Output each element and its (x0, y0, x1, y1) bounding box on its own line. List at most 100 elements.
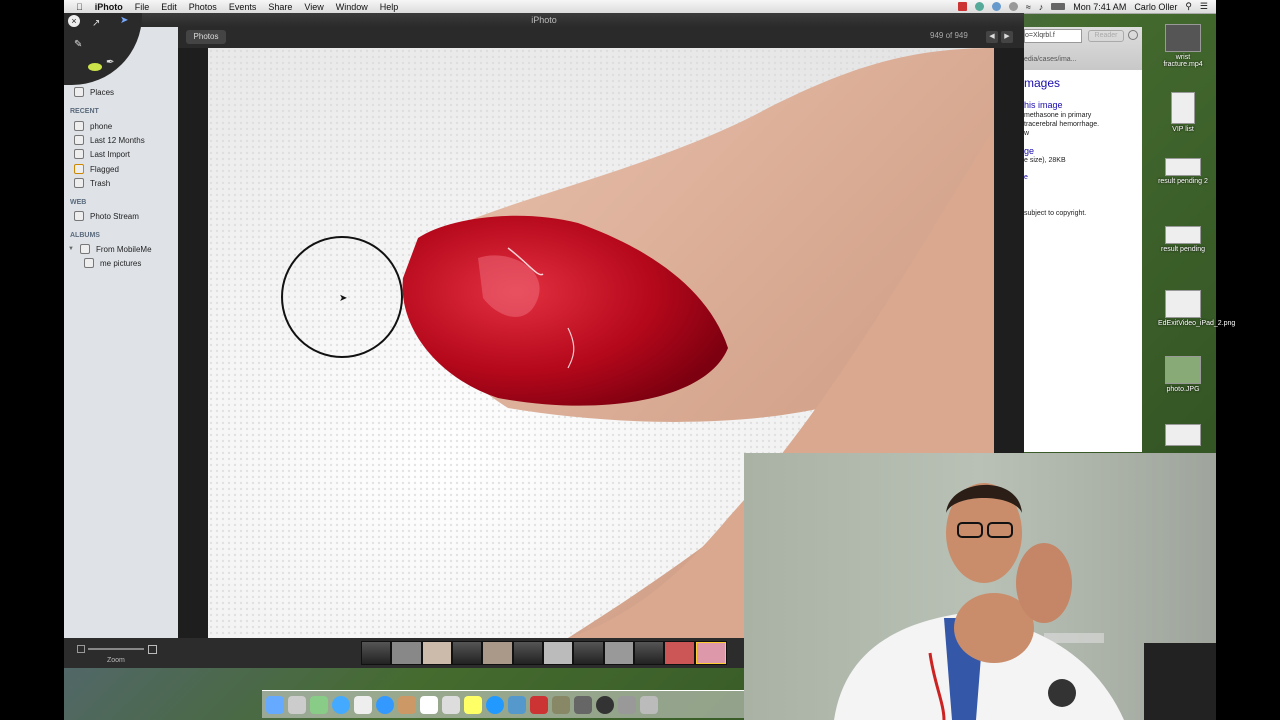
battery-icon[interactable] (1051, 3, 1066, 10)
status-icon[interactable] (974, 2, 984, 11)
filmstrip-thumb[interactable] (362, 642, 391, 664)
user-name[interactable]: Carlo Oller (1134, 2, 1177, 12)
desktop-icon-result-pending-2[interactable]: result pending 2 (1158, 158, 1208, 185)
sync-icon[interactable] (991, 2, 1001, 11)
menu-iphoto[interactable]: iPhoto (95, 2, 123, 12)
filmstrip-thumb[interactable] (513, 642, 542, 664)
menu-window[interactable]: Window (336, 2, 368, 12)
menu-help[interactable]: Help (380, 2, 399, 12)
sidebar-item-last-12-months[interactable]: Last 12 Months (74, 135, 145, 145)
url-field[interactable]: o=Xlqrbl.f (1024, 29, 1082, 43)
browser-icon[interactable] (376, 695, 394, 714)
desktop-icon-wrist-fracture[interactable]: wrist fracture.mp4 (1158, 24, 1208, 68)
trash-dock-icon[interactable] (640, 695, 658, 714)
record-icon[interactable] (957, 2, 967, 11)
filmstrip-thumb[interactable] (452, 642, 482, 664)
marker-yellow-icon[interactable] (88, 63, 102, 71)
filmstrip-thumb[interactable] (392, 642, 421, 664)
preview-icon[interactable] (574, 695, 592, 714)
pen-icon[interactable]: ✒ (106, 57, 114, 68)
page-path: edia/cases/ima... (1024, 56, 1077, 63)
app-store-icon[interactable] (508, 695, 526, 714)
close-icon[interactable]: × (68, 15, 80, 27)
apple-icon[interactable]:  (76, 2, 83, 12)
page-heading: mages (1024, 76, 1061, 90)
menu-events[interactable]: Events (229, 2, 257, 12)
menu-photos[interactable]: Photos (189, 2, 217, 12)
stickies-icon[interactable] (464, 695, 482, 714)
menu-share[interactable]: Share (268, 2, 292, 12)
mission-control-icon[interactable] (310, 695, 328, 714)
launchpad-icon[interactable] (288, 695, 306, 714)
photo-booth-icon[interactable] (530, 695, 548, 714)
zoom-in-icon[interactable] (148, 645, 157, 654)
menu-view[interactable]: View (304, 2, 323, 12)
sidebar-item-places[interactable]: Places (74, 87, 114, 97)
previous-photo-icon[interactable]: ◀ (986, 31, 998, 43)
notes-icon[interactable] (442, 695, 460, 714)
filmstrip-thumb[interactable] (634, 642, 664, 664)
webcam-overlay (744, 453, 1216, 720)
calendar-icon[interactable] (420, 695, 438, 714)
photos-button[interactable]: Photos (186, 30, 226, 44)
sidebar-item-me-pictures[interactable]: me pictures (84, 258, 141, 268)
system-preferences-icon[interactable] (618, 695, 636, 714)
next-photo-icon[interactable]: ▶ (1001, 31, 1013, 43)
filmstrip-thumb[interactable] (574, 642, 603, 664)
filmstrip-thumb[interactable] (543, 642, 573, 664)
contacts-icon[interactable] (398, 695, 416, 714)
trash-icon (74, 178, 84, 188)
snippet-line-2: tracerebral hemorrhage. (1024, 121, 1100, 128)
filmstrip[interactable] (361, 641, 727, 665)
photo-count: 949 of 949 (930, 31, 968, 40)
desktop-icon-result-pending[interactable]: result pending (1158, 226, 1208, 253)
sidebar-item-photo-stream[interactable]: Photo Stream (74, 211, 139, 221)
lock-pdf-icon (1171, 92, 1195, 124)
sidebar-header-albums: ALBUMS (70, 232, 100, 239)
finder-icon[interactable] (266, 695, 284, 714)
menu-file[interactable]: File (135, 2, 150, 12)
itunes-icon[interactable] (486, 695, 504, 714)
desktop-icon-vip-list[interactable]: VIP list (1158, 92, 1208, 133)
sidebar-item-last-import[interactable]: Last Import (74, 149, 130, 159)
filmstrip-thumb[interactable] (422, 642, 451, 664)
zoom-out-icon[interactable] (77, 645, 85, 653)
bluetooth-icon[interactable] (1008, 2, 1018, 11)
filmstrip-thumb[interactable] (483, 642, 512, 664)
desktop-icon-edexitvideo[interactable]: EdExitVideo_iPad_2.png (1158, 290, 1235, 327)
share-icon[interactable]: ↗ (92, 18, 100, 29)
filmstrip-thumb[interactable] (604, 642, 633, 664)
disclosure-triangle-icon[interactable]: ▼ (68, 246, 74, 252)
zoom-slider[interactable] (88, 648, 144, 650)
more-link[interactable]: e (1024, 174, 1028, 181)
sidebar-item-from-mobileme[interactable]: ▼ From MobileMe (68, 244, 152, 254)
sidebar-header-recent: RECENT (70, 108, 99, 115)
volume-icon[interactable]: ♪ (1039, 2, 1044, 12)
desktop-icon-untitled[interactable] (1158, 424, 1208, 448)
mail-icon[interactable] (354, 695, 372, 714)
safari-icon[interactable] (332, 695, 350, 714)
right-letterbox (1216, 0, 1280, 720)
sidebar-item-phone[interactable]: phone (74, 121, 112, 131)
album-icon (84, 258, 94, 268)
quicktime-icon[interactable] (596, 695, 614, 714)
spotlight-icon[interactable]: ⚲ (1185, 1, 1192, 12)
filmstrip-thumb[interactable] (665, 642, 694, 664)
image-size-link[interactable]: ge (1024, 146, 1034, 156)
reader-button[interactable]: Reader (1088, 30, 1124, 42)
stop-icon[interactable] (1128, 30, 1138, 40)
notification-icon[interactable]: ☰ (1200, 1, 1208, 12)
image-file-icon (1165, 290, 1201, 318)
menu-edit[interactable]: Edit (161, 2, 177, 12)
pointer-icon[interactable]: ➤ (120, 15, 128, 26)
screenshot-file-icon (1165, 158, 1201, 176)
iphoto-icon[interactable] (552, 695, 570, 714)
filmstrip-thumb-selected[interactable] (695, 642, 726, 664)
sidebar-item-flagged[interactable]: Flagged (74, 164, 119, 174)
clock[interactable]: Mon 7:41 AM (1073, 2, 1126, 12)
desktop-icon-photo-jpg[interactable]: photo.JPG (1158, 356, 1208, 393)
wifi-icon[interactable]: ≈ (1026, 2, 1031, 12)
image-link[interactable]: his image (1024, 100, 1063, 110)
highlighter-icon[interactable]: ✎ (74, 39, 82, 50)
sidebar-item-trash[interactable]: Trash (74, 178, 110, 188)
